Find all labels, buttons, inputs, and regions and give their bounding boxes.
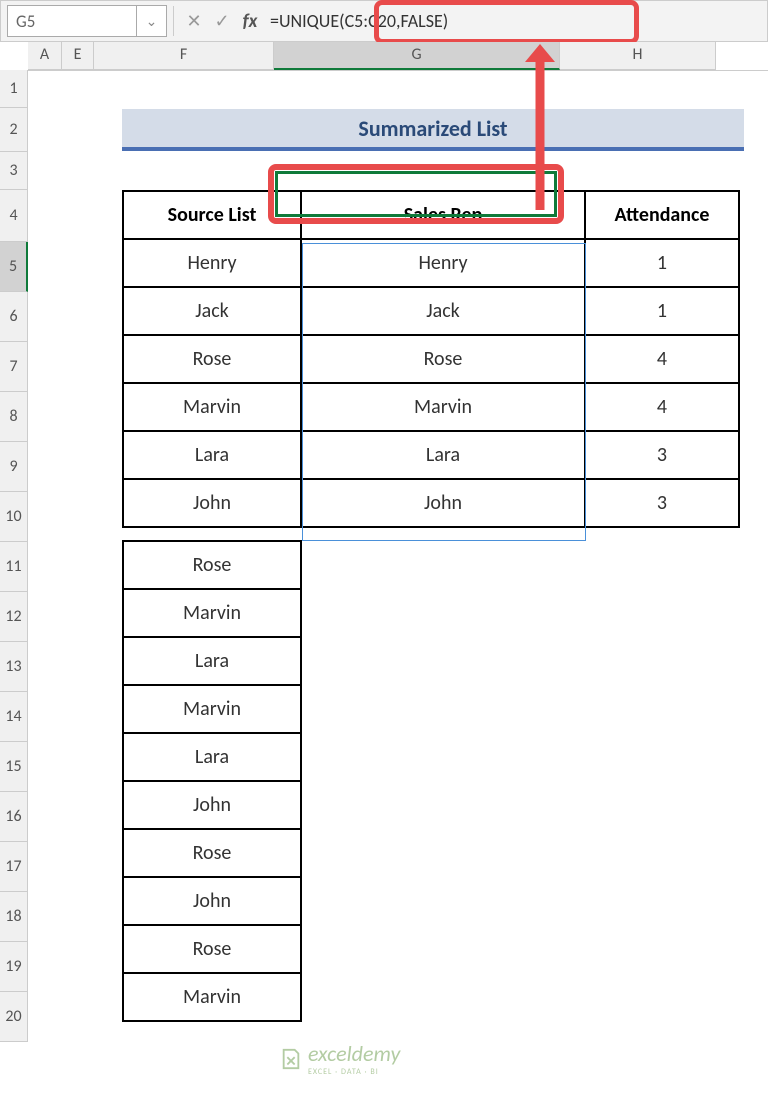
col-header-F[interactable]: F: [94, 42, 274, 70]
table-row: Rose: [123, 829, 301, 877]
row-header-8[interactable]: 8: [0, 392, 28, 442]
table-row: RoseRose4: [123, 335, 739, 383]
header-attendance[interactable]: Attendance: [585, 191, 739, 239]
row-header-5[interactable]: 5: [0, 242, 28, 292]
cell-source[interactable]: Rose: [123, 829, 301, 877]
table-row: Rose: [123, 541, 301, 589]
row-header-19[interactable]: 19: [0, 942, 28, 992]
row-header-15[interactable]: 15: [0, 742, 28, 792]
cell-attendance[interactable]: 3: [585, 479, 739, 527]
cell-salesrep[interactable]: Rose: [301, 335, 585, 383]
separator: [173, 6, 174, 36]
row-header-9[interactable]: 9: [0, 442, 28, 492]
cell-source[interactable]: Rose: [123, 925, 301, 973]
cell-attendance[interactable]: 4: [585, 383, 739, 431]
row-header-20[interactable]: 20: [0, 992, 28, 1042]
cell-attendance[interactable]: 4: [585, 335, 739, 383]
table-row: Rose: [123, 925, 301, 973]
cell-source[interactable]: Lara: [123, 733, 301, 781]
row-header-1[interactable]: 1: [0, 70, 28, 108]
col-header-G[interactable]: G: [274, 42, 560, 70]
table-row: JackJack1: [123, 287, 739, 335]
table-header-row: Source List Sales Rep Attendance: [123, 191, 739, 239]
table-row: Lara: [123, 733, 301, 781]
cell-source[interactable]: Lara: [123, 431, 301, 479]
col-header-A[interactable]: A: [28, 42, 62, 70]
cell-attendance[interactable]: 3: [585, 431, 739, 479]
fx-icon[interactable]: fx: [236, 10, 264, 33]
row-header-3[interactable]: 3: [0, 152, 28, 190]
name-box[interactable]: G5: [7, 5, 137, 37]
data-table: Source List Sales Rep Attendance HenryHe…: [122, 190, 740, 528]
cell-salesrep[interactable]: Henry: [301, 239, 585, 287]
cell-source[interactable]: Marvin: [123, 685, 301, 733]
row-headers: 1 2 3 4 5 6 7 8 9 10 11 12 13 14 15 16 1…: [0, 70, 28, 1092]
row-header-18[interactable]: 18: [0, 892, 28, 942]
summarized-list-title: Summarized List: [122, 109, 744, 151]
formula-bar: G5 ⌄ ✕ ✓ fx =UNIQUE(C5:C20,FALSE): [0, 0, 768, 42]
cell-salesrep[interactable]: John: [301, 479, 585, 527]
cell-source[interactable]: Jack: [123, 287, 301, 335]
watermark-logo: exceldemy EXCEL · DATA · BI: [280, 1040, 400, 1077]
table-row: John: [123, 877, 301, 925]
row-header-6[interactable]: 6: [0, 292, 28, 342]
table-row: Lara: [123, 637, 301, 685]
cell-source[interactable]: Lara: [123, 637, 301, 685]
formula-input[interactable]: =UNIQUE(C5:C20,FALSE): [264, 6, 761, 36]
cell-attendance[interactable]: 1: [585, 239, 739, 287]
cell-source[interactable]: Rose: [123, 335, 301, 383]
table-row: Marvin: [123, 973, 301, 1021]
table-row: John: [123, 781, 301, 829]
source-list-continuation: Rose Marvin Lara Marvin Lara John Rose J…: [122, 540, 302, 1022]
table-row: HenryHenry1: [123, 239, 739, 287]
row-header-11[interactable]: 11: [0, 542, 28, 592]
name-box-dropdown[interactable]: ⌄: [137, 5, 167, 37]
watermark-brand: exceldemy: [308, 1040, 400, 1067]
cell-source[interactable]: Marvin: [123, 589, 301, 637]
cell-attendance[interactable]: 1: [585, 287, 739, 335]
header-source-list[interactable]: Source List: [123, 191, 301, 239]
row-header-7[interactable]: 7: [0, 342, 28, 392]
excel-file-icon: [280, 1048, 302, 1070]
cancel-icon[interactable]: ✕: [180, 10, 208, 32]
table-row: Marvin: [123, 589, 301, 637]
cell-source[interactable]: John: [123, 877, 301, 925]
row-header-17[interactable]: 17: [0, 842, 28, 892]
row-header-12[interactable]: 12: [0, 592, 28, 642]
cell-source[interactable]: John: [123, 479, 301, 527]
row-header-10[interactable]: 10: [0, 492, 28, 542]
table-row: Marvin: [123, 685, 301, 733]
row-header-4[interactable]: 4: [0, 190, 28, 242]
row-header-13[interactable]: 13: [0, 642, 28, 692]
col-header-H[interactable]: H: [560, 42, 716, 70]
enter-icon[interactable]: ✓: [208, 10, 236, 32]
header-sales-rep[interactable]: Sales Rep: [301, 191, 585, 239]
cell-salesrep[interactable]: Jack: [301, 287, 585, 335]
cell-source[interactable]: Marvin: [123, 383, 301, 431]
watermark-tagline: EXCEL · DATA · BI: [308, 1067, 400, 1077]
table-row: LaraLara3: [123, 431, 739, 479]
row-header-16[interactable]: 16: [0, 792, 28, 842]
cell-salesrep[interactable]: Lara: [301, 431, 585, 479]
table-row: MarvinMarvin4: [123, 383, 739, 431]
row-header-14[interactable]: 14: [0, 692, 28, 742]
table-row: JohnJohn3: [123, 479, 739, 527]
cell-salesrep[interactable]: Marvin: [301, 383, 585, 431]
cell-source[interactable]: Rose: [123, 541, 301, 589]
cell-source[interactable]: Marvin: [123, 973, 301, 1021]
cell-source[interactable]: John: [123, 781, 301, 829]
row-header-2[interactable]: 2: [0, 108, 28, 152]
cell-source[interactable]: Henry: [123, 239, 301, 287]
column-headers: A E F G H: [28, 42, 768, 70]
col-header-E[interactable]: E: [62, 42, 94, 70]
